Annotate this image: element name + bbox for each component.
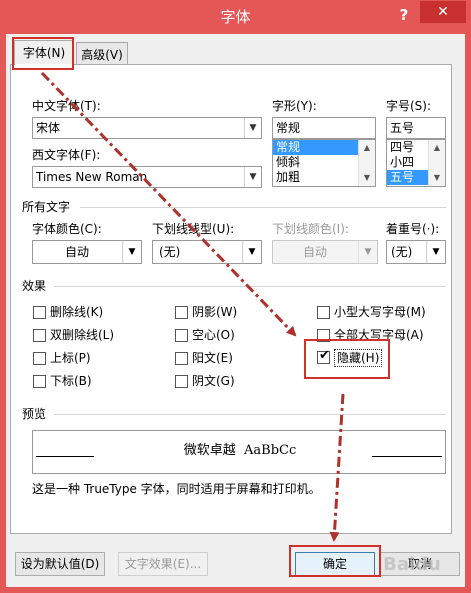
annotation-arrows (40, 71, 345, 542)
annotation-arrow-1 (40, 71, 297, 337)
annotation-arrow-2 (329, 393, 345, 542)
watermark: Baidu (383, 554, 441, 575)
